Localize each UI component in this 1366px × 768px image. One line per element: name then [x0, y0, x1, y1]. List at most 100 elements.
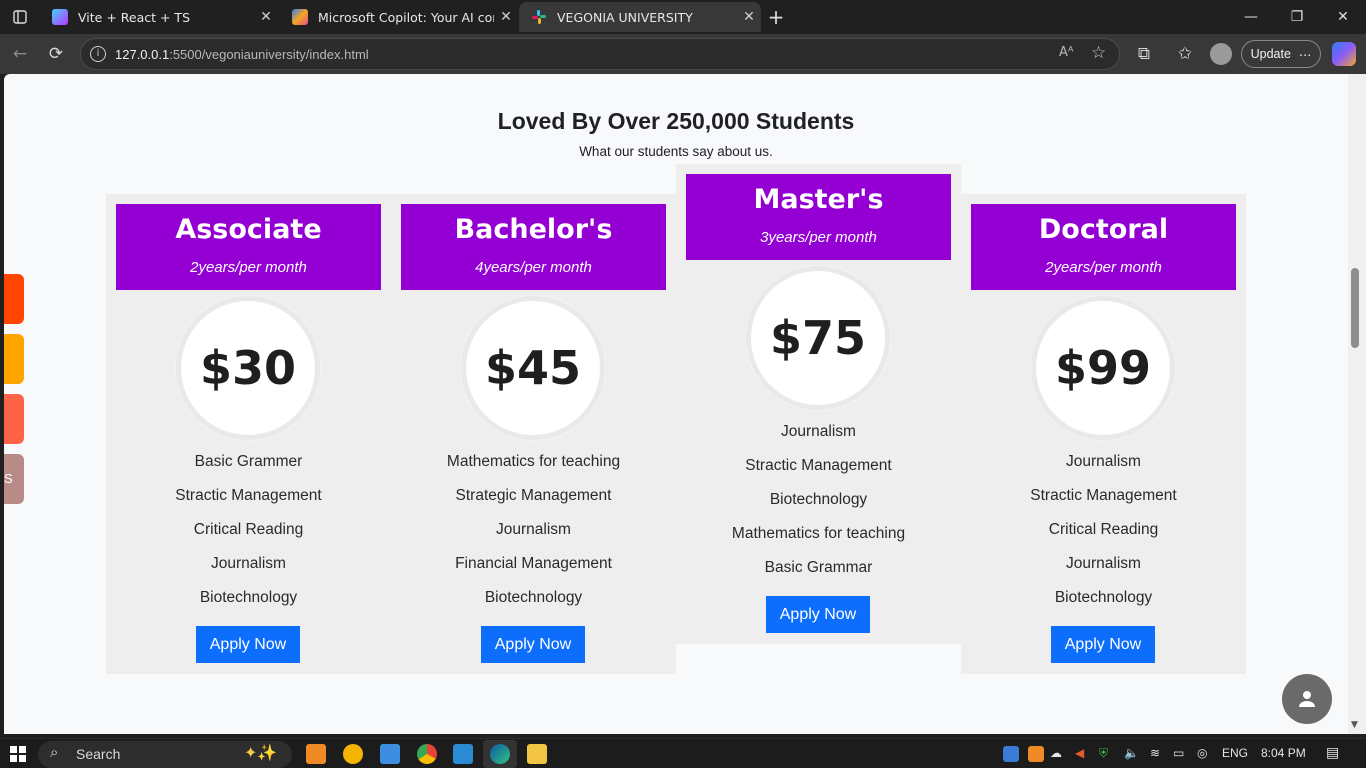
address-bar[interactable]: i 127.0.0.1:5500/vegoniauniversity/index… [80, 38, 1120, 70]
update-button[interactable]: Update ⋯ [1241, 40, 1321, 68]
site-info-icon[interactable]: i [90, 46, 106, 62]
read-aloud-icon[interactable]: Aᴬ [1059, 45, 1074, 60]
windows-taskbar: ⌕ Search ✦✨ ☁ ◀ ⛨ 🔈 ≋ ▭ ◎ ENG 8:04 PM ▤ [0, 738, 1366, 768]
apply-now-button[interactable]: Apply Now [481, 626, 585, 663]
tab-vite[interactable]: Vite + React + TS ✕ [40, 2, 278, 32]
plan-feature: Stractic Management [745, 457, 892, 474]
side-tab-s[interactable]: S [4, 454, 24, 504]
plan-price: $30 [176, 296, 320, 440]
side-tab-yellow[interactable] [4, 334, 24, 384]
volume-icon[interactable]: 🔈 [1124, 746, 1139, 760]
apply-now-button[interactable]: Apply Now [1051, 626, 1155, 663]
favorites-icon[interactable]: ✩ [1171, 40, 1199, 68]
plan-feature: Biotechnology [769, 491, 868, 508]
side-tab-orange[interactable] [4, 274, 24, 324]
restore-icon[interactable]: ❐ [1274, 0, 1320, 34]
search-icon: ⌕ [50, 744, 59, 761]
plan-feature: Strategic Management [455, 487, 612, 504]
shield-icon[interactable]: ⛨ [1099, 746, 1108, 761]
tab-actions-icon[interactable] [0, 0, 40, 34]
plan-feature: Financial Management [455, 555, 612, 572]
new-tab-button[interactable]: + [762, 0, 790, 34]
clock[interactable]: 8:04 PM [1261, 746, 1306, 760]
scrollbar-thumb[interactable] [1351, 268, 1359, 348]
plan-name: Associate [175, 214, 322, 245]
tab-copilot[interactable]: Microsoft Copilot: Your AI compa ✕ [280, 2, 518, 32]
tab-title: Vite + React + TS [78, 9, 190, 25]
wifi-icon[interactable]: ≋ [1150, 746, 1160, 760]
cloud-icon[interactable]: ☁ [1050, 746, 1062, 760]
close-tab-icon[interactable]: ✕ [737, 9, 761, 25]
tray-xampp-icon[interactable] [1028, 746, 1044, 762]
plan-feature: Mathematics for teaching [446, 453, 621, 470]
extensions-icon[interactable]: ⧉ [1130, 40, 1158, 68]
close-tab-icon[interactable]: ✕ [254, 9, 278, 25]
chat-button[interactable] [1282, 674, 1332, 724]
plan-price: $75 [746, 266, 890, 410]
back-icon[interactable]: ← [6, 40, 34, 68]
plan-card-doctoral: Doctoral 2years/per month $99 Journalism… [961, 194, 1246, 674]
tab-title: VEGONIA UNIVERSITY [557, 9, 693, 25]
xampp-icon[interactable] [306, 744, 326, 764]
plan-header: Associate 2years/per month [116, 204, 381, 290]
search-label: Search [76, 746, 121, 762]
vite-icon [52, 9, 68, 25]
plan-card-bachelors: Bachelor's 4years/per month $45 Mathemat… [391, 194, 676, 674]
side-tab-red[interactable] [4, 394, 24, 444]
taskbar-search[interactable]: ⌕ Search ✦✨ [38, 741, 292, 768]
scroll-down-icon[interactable]: ▼ [1351, 720, 1358, 730]
plan-name: Doctoral [1038, 214, 1169, 245]
file-explorer-icon[interactable] [527, 744, 547, 764]
favorite-star-icon[interactable]: ☆ [1091, 43, 1106, 63]
plan-feature: Stractic Management [175, 487, 322, 504]
plan-feature: Journalism [1066, 555, 1141, 572]
plan-card-associate: Associate 2years/per month $30 Basic Gra… [106, 194, 391, 674]
plan-header: Master's 3years/per month [686, 174, 951, 260]
plan-feature: Journalism [781, 423, 856, 440]
tab-title: Microsoft Copilot: Your AI compa [318, 9, 494, 25]
battery-icon[interactable]: ▭ [1173, 746, 1184, 760]
settings-icon[interactable]: ◎ [1197, 746, 1207, 760]
apply-now-button[interactable]: Apply Now [766, 596, 870, 633]
user-icon [1299, 691, 1315, 707]
refresh-icon[interactable]: ⟳ [42, 40, 70, 68]
desktop-icon[interactable] [380, 744, 400, 764]
tray-alert-icon[interactable]: ◀ [1075, 746, 1084, 760]
tab-vegonia[interactable]: VEGONIA UNIVERSITY ✕ [519, 2, 761, 32]
plan-feature: Basic Grammar [764, 559, 873, 576]
vscode-icon[interactable] [453, 744, 473, 764]
windows-start-icon[interactable] [10, 746, 26, 766]
plan-name: Master's [753, 184, 884, 215]
plan-term: 3years/per month [760, 229, 877, 246]
plan-term: 2years/per month [1045, 259, 1162, 276]
notifications-icon[interactable]: ▤ [1326, 744, 1339, 761]
plan-price: $45 [461, 296, 605, 440]
plan-term: 4years/per month [475, 259, 592, 276]
profile-avatar-icon[interactable] [1210, 43, 1232, 65]
copilot-sidebar-icon[interactable] [1332, 42, 1356, 66]
plan-name: Bachelor's [454, 214, 613, 245]
more-icon: ⋯ [1298, 47, 1312, 62]
plan-feature: Critical Reading [1048, 521, 1159, 538]
plan-feature: Journalism [496, 521, 571, 538]
chrome-icon[interactable] [417, 744, 437, 764]
scrollbar-track[interactable] [1348, 74, 1366, 734]
language-indicator[interactable]: ENG [1222, 746, 1248, 760]
sparkle-icon: ✦✨ [244, 745, 278, 762]
app-icon[interactable] [343, 744, 363, 764]
plan-card-masters: Master's 3years/per month $75 Journalism… [676, 164, 961, 644]
apply-now-button[interactable]: Apply Now [196, 626, 300, 663]
plan-feature: Mathematics for teaching [731, 525, 906, 542]
close-tab-icon[interactable]: ✕ [494, 9, 518, 25]
plan-feature: Basic Grammer [194, 453, 303, 470]
edge-icon[interactable] [490, 744, 510, 764]
minimize-icon[interactable]: — [1228, 0, 1274, 34]
plan-price: $99 [1031, 296, 1175, 440]
plan-header: Doctoral 2years/per month [971, 204, 1236, 290]
copilot-icon [292, 9, 308, 25]
page-viewport: Loved By Over 250,000 Students What our … [4, 74, 1348, 734]
tray-app-icon[interactable] [1003, 746, 1019, 762]
plan-term: 2years/per month [190, 259, 307, 276]
close-window-icon[interactable]: ✕ [1320, 0, 1366, 34]
plan-feature: Journalism [211, 555, 286, 572]
